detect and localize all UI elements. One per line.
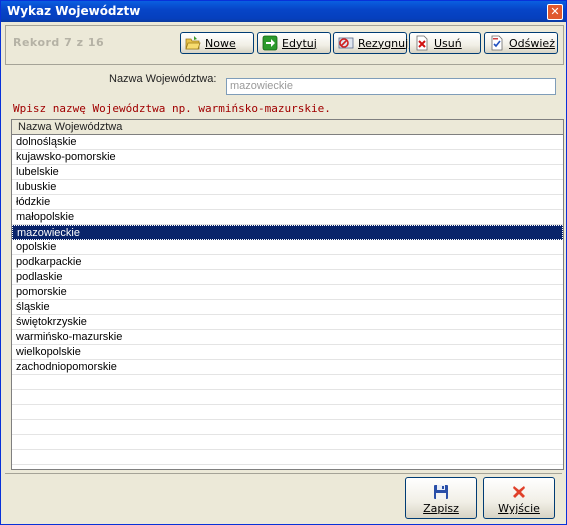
table-row[interactable]: podkarpackie: [12, 255, 563, 270]
table-row[interactable]: [12, 375, 563, 390]
table-row[interactable]: kujawsko-pomorskie: [12, 150, 563, 165]
form-panel: Nazwa Województwa: mazowieckie Wpisz naz…: [5, 67, 564, 473]
table-row[interactable]: [12, 420, 563, 435]
arrow-right-icon: [262, 35, 278, 51]
grid-column-header[interactable]: Nazwa Województwa: [12, 120, 563, 135]
table-row[interactable]: mazowieckie: [12, 225, 563, 240]
cancel-button[interactable]: Rezygnuj: [333, 32, 409, 54]
edit-button[interactable]: Edytuj: [257, 32, 331, 54]
save-button[interactable]: Zapisz: [405, 477, 477, 519]
exit-x-icon: [511, 484, 527, 500]
new-button-label: Nowe: [205, 36, 236, 50]
table-row[interactable]: świętokrzyskie: [12, 315, 563, 330]
edit-button-label: Edytuj: [282, 36, 317, 50]
window-title: Wykaz Województw: [7, 4, 141, 18]
table-row[interactable]: [12, 465, 563, 469]
folder-open-icon: [185, 35, 201, 51]
toolbar: Rekord 7 z 16 Nowe Edytuj Rezygnuj Usuń: [5, 25, 564, 65]
refresh-button-label: Odśwież: [509, 36, 555, 50]
table-row[interactable]: łódzkie: [12, 195, 563, 210]
table-row[interactable]: dolnośląskie: [12, 135, 563, 150]
table-row[interactable]: warmińsko-mazurskie: [12, 330, 563, 345]
table-row[interactable]: zachodniopomorskie: [12, 360, 563, 375]
cancel-icon: [338, 35, 354, 51]
delete-button-label: Usuń: [434, 36, 462, 50]
table-row[interactable]: podlaskie: [12, 270, 563, 285]
cancel-button-label: Rezygnuj: [358, 36, 409, 50]
table-row[interactable]: wielkopolskie: [12, 345, 563, 360]
table-row[interactable]: [12, 405, 563, 420]
refresh-button[interactable]: Odśwież: [484, 32, 558, 54]
save-button-label: Zapisz: [423, 502, 459, 515]
exit-button-label: Wyjście: [498, 502, 540, 515]
grid-rows: dolnośląskie kujawsko-pomorskie lubelskie l…: [12, 135, 563, 469]
delete-icon: [414, 35, 430, 51]
table-row[interactable]: lubelskie: [12, 165, 563, 180]
footer-separator: [5, 473, 562, 474]
region-name-input[interactable]: mazowieckie: [226, 78, 556, 95]
new-button[interactable]: Nowe: [180, 32, 254, 54]
footer: Zapisz Wyjście: [5, 475, 562, 521]
record-counter: Rekord 7 z 16: [13, 36, 105, 49]
floppy-disk-icon: [433, 484, 449, 500]
field-label: Nazwa Województwa:: [109, 73, 217, 85]
window: Wykaz Województw ✕ Rekord 7 z 16 Nowe Ed…: [0, 0, 567, 525]
table-row[interactable]: opolskie: [12, 240, 563, 255]
table-row[interactable]: lubuskie: [12, 180, 563, 195]
hint-text: Wpisz nazwę Województwa np. warmińsko-ma…: [13, 102, 331, 115]
exit-button[interactable]: Wyjście: [483, 477, 555, 519]
table-row[interactable]: [12, 435, 563, 450]
close-icon[interactable]: ✕: [547, 4, 563, 20]
table-row[interactable]: małopolskie: [12, 210, 563, 225]
title-bar[interactable]: Wykaz Województw ✕: [1, 1, 566, 22]
delete-button[interactable]: Usuń: [409, 32, 481, 54]
refresh-icon: [489, 35, 505, 51]
regions-grid[interactable]: Nazwa Województwa dolnośląskie kujawsko-p…: [11, 119, 564, 470]
table-row[interactable]: śląskie: [12, 300, 563, 315]
table-row[interactable]: pomorskie: [12, 285, 563, 300]
table-row[interactable]: [12, 450, 563, 465]
table-row[interactable]: [12, 390, 563, 405]
